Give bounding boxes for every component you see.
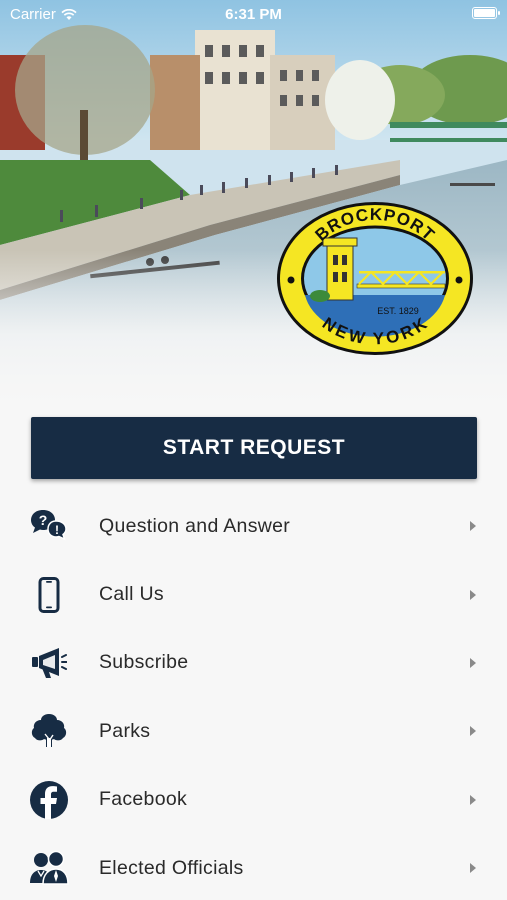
chevron-right-icon xyxy=(470,794,476,805)
menu-item-label: Parks xyxy=(99,719,151,742)
menu-item-label: Call Us xyxy=(99,583,164,606)
seal-established: EST. 1829 xyxy=(377,306,419,316)
menu-item-label: Question and Answer xyxy=(99,514,291,537)
status-time: 6:31 PM xyxy=(225,6,282,23)
chevron-right-icon xyxy=(470,657,476,668)
menu-item-label: Subscribe xyxy=(99,651,189,674)
officials-icon xyxy=(29,848,69,888)
menu-item-question-and-answer[interactable]: ? ! Question and Answer xyxy=(0,492,507,560)
menu-item-label: Facebook xyxy=(99,788,188,811)
question-answer-icon: ? ! xyxy=(29,506,69,546)
hero-banner: Carrier 6:31 PM EST. 1829 BROCKPORT NEW … xyxy=(0,0,507,405)
menu-list: ? ! Question and Answer Call Us Subscrib… xyxy=(0,492,507,900)
menu-item-facebook[interactable]: Facebook xyxy=(0,766,507,834)
chevron-right-icon xyxy=(470,863,476,874)
menu-item-elected-officials[interactable]: Elected Officials xyxy=(0,834,507,900)
menu-item-subscribe[interactable]: Subscribe xyxy=(0,629,507,697)
facebook-icon xyxy=(29,780,69,820)
battery-level xyxy=(474,9,495,17)
menu-item-parks[interactable]: Parks xyxy=(0,697,507,765)
phone-icon xyxy=(29,575,69,615)
start-request-button[interactable]: START REQUEST xyxy=(31,417,477,479)
chevron-right-icon xyxy=(470,589,476,600)
chevron-right-icon xyxy=(470,726,476,737)
menu-item-label: Elected Officials xyxy=(99,856,244,879)
megaphone-icon xyxy=(29,643,69,683)
menu-item-call-us[interactable]: Call Us xyxy=(0,560,507,628)
chevron-right-icon xyxy=(470,521,476,532)
battery-icon xyxy=(472,7,500,19)
svg-text:!: ! xyxy=(55,523,59,537)
tree-icon xyxy=(29,711,69,751)
status-bar: Carrier 6:31 PM xyxy=(0,0,507,28)
brockport-seal-logo: EST. 1829 BROCKPORT NEW YORK xyxy=(277,202,473,355)
svg-text:?: ? xyxy=(39,512,48,528)
